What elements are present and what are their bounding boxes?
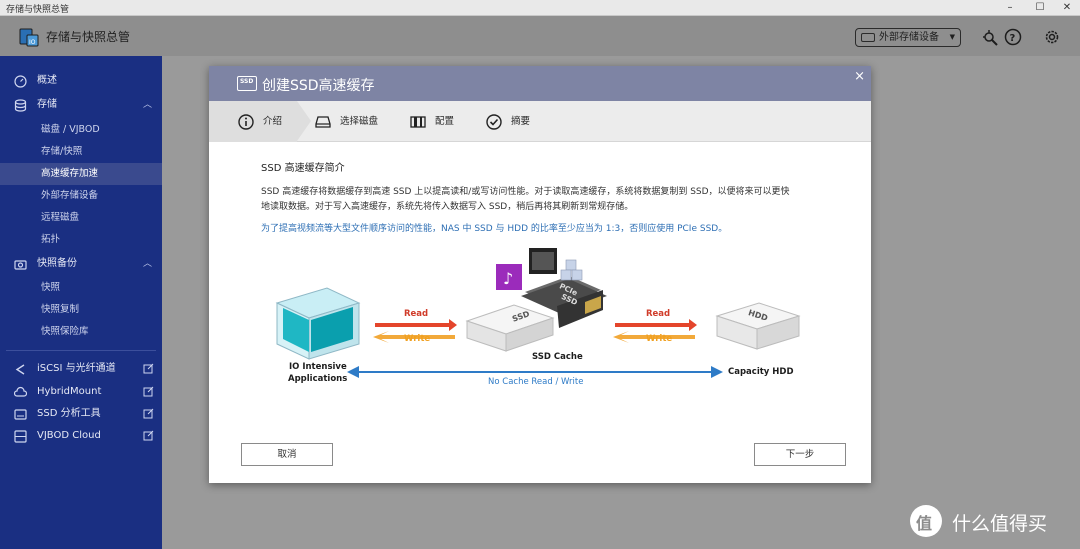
ssd-cache-label: SSD Cache — [532, 352, 583, 362]
sidebar-item-iscsi[interactable]: iSCSI 与光纤通道 — [0, 358, 162, 380]
minimize-button[interactable]: – — [1000, 0, 1020, 16]
dashboard-icon — [14, 75, 27, 88]
external-link-icon — [143, 430, 154, 441]
sidebar-item-vjbod-cloud[interactable]: VJBOD Cloud — [0, 425, 162, 447]
app-header: IO 存储与快照总管 外部存储设备 ▼ ? — [0, 16, 1080, 56]
sidebar-item-disks-vjbod[interactable]: 磁盘 / VJBOD — [0, 119, 162, 141]
sidebar-item-label: SSD 分析工具 — [37, 403, 101, 425]
io-application-cube-icon — [277, 288, 359, 359]
cancel-button[interactable]: 取消 — [241, 443, 333, 466]
create-ssd-cache-dialog: SSD 创建SSD高速缓存 × 介绍 选择磁盘 配置 摘要 SSD 高速缓存简介… — [209, 66, 871, 483]
applications-label: Applications — [288, 374, 347, 384]
app-title: 存储与快照总管 — [46, 28, 130, 45]
debug-tool-icon[interactable] — [981, 28, 999, 46]
vjbod-cloud-icon — [14, 430, 27, 443]
sidebar-divider — [6, 350, 156, 351]
watermark: 值 什么值得买 — [908, 503, 1070, 541]
data-blocks-icon — [561, 260, 582, 280]
ssd-drive-icon — [467, 305, 553, 351]
sidebar-item-cache-acceleration[interactable]: 高速缓存加速 — [0, 163, 162, 185]
sidebar-item-snapshot-replica[interactable]: 快照复制 — [0, 299, 162, 321]
maximize-button[interactable]: ☐ — [1030, 0, 1050, 16]
sidebar-item-storage[interactable]: 存储 ︿ — [0, 94, 162, 116]
ssd-tool-icon — [14, 408, 27, 421]
sidebar-item-remote-disk[interactable]: 远程磁盘 — [0, 207, 162, 229]
svg-text:IO: IO — [29, 39, 36, 46]
read-label-left: Read — [404, 309, 428, 319]
write-label-left: Write — [404, 334, 430, 344]
external-storage-device-label: 外部存储设备 — [879, 32, 939, 43]
database-icon — [14, 99, 27, 112]
video-film-icon — [529, 248, 557, 274]
chevron-up-icon[interactable]: ︿ — [143, 253, 152, 275]
sidebar-item-label: HybridMount — [37, 381, 101, 403]
chevron-up-icon[interactable]: ︿ — [143, 94, 152, 116]
sidebar-item-snapshot-vault[interactable]: 快照保险库 — [0, 321, 162, 343]
sidebar-item-topology[interactable]: 拓扑 — [0, 229, 162, 251]
no-cache-label: No Cache Read / Write — [488, 377, 583, 387]
sidebar-item-label: VJBOD Cloud — [37, 425, 101, 447]
sidebar-item-label: iSCSI 与光纤通道 — [37, 358, 116, 380]
external-link-icon — [143, 408, 154, 419]
snapshot-icon — [14, 258, 27, 271]
external-link-icon — [143, 386, 154, 397]
sidebar-item-hybridmount[interactable]: HybridMount — [0, 381, 162, 403]
sidebar-item-label: 快照备份 — [37, 253, 77, 275]
external-drive-icon — [861, 33, 875, 42]
help-icon[interactable]: ? — [1004, 28, 1022, 46]
window-titlebar: 存储与快照总管 – ☐ ✕ — [0, 0, 1080, 16]
chevron-down-icon: ▼ — [950, 29, 955, 46]
sidebar-item-overview[interactable]: 概述 — [0, 70, 162, 92]
window-title: 存储与快照总管 — [6, 2, 69, 15]
iscsi-icon — [14, 363, 27, 376]
read-label-right: Read — [646, 309, 670, 319]
io-intensive-label: IO Intensive — [289, 362, 347, 372]
settings-gear-icon[interactable] — [1043, 28, 1061, 46]
sidebar-item-storage-snapshots[interactable]: 存储/快照 — [0, 141, 162, 163]
sidebar-item-snapshot-backup[interactable]: 快照备份 ︿ — [0, 253, 162, 275]
sidebar-item-label: 概述 — [37, 70, 57, 92]
sidebar-item-label: 存储 — [37, 94, 57, 116]
svg-text:?: ? — [1010, 33, 1016, 44]
watermark-badge-text: 值 — [916, 510, 932, 534]
cloud-icon — [14, 386, 27, 399]
storage-app-icon: IO — [18, 26, 40, 48]
close-window-button[interactable]: ✕ — [1057, 0, 1077, 16]
next-button[interactable]: 下一步 — [754, 443, 846, 466]
music-file-icon: ♪ — [496, 264, 522, 290]
sidebar-item-ssd-profiling-tool[interactable]: SSD 分析工具 — [0, 403, 162, 425]
svg-text:♪: ♪ — [503, 269, 513, 288]
watermark-text: 什么值得买 — [952, 509, 1047, 536]
sidebar: 概述 存储 ︿ 磁盘 / VJBOD 存储/快照 高速缓存加速 外部存储设备 远… — [0, 56, 162, 549]
write-label-right: Write — [646, 334, 672, 344]
sidebar-item-external-storage[interactable]: 外部存储设备 — [0, 185, 162, 207]
external-link-icon — [143, 363, 154, 374]
sidebar-item-snapshot[interactable]: 快照 — [0, 277, 162, 299]
capacity-hdd-label: Capacity HDD — [728, 367, 794, 377]
external-storage-device-dropdown[interactable]: 外部存储设备 ▼ — [855, 28, 961, 47]
watermark-badge: 值 — [910, 505, 942, 537]
